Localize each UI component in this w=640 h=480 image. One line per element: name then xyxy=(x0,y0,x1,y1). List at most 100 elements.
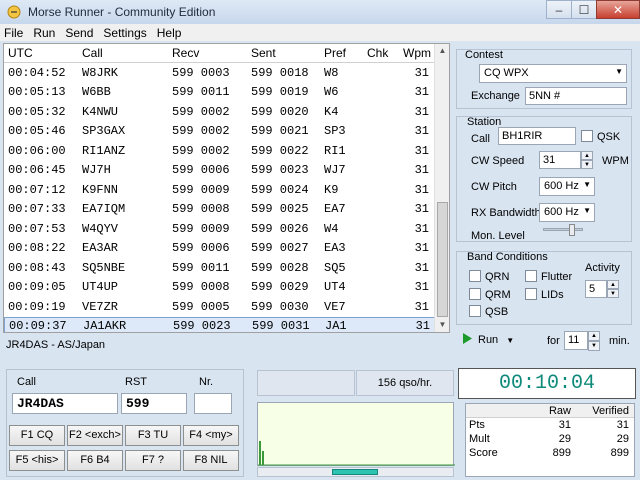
qsb-checkbox[interactable] xyxy=(469,305,481,317)
col-pref[interactable]: Pref xyxy=(320,46,363,60)
score-label: Pts xyxy=(469,419,485,431)
entry-nr-label: Nr. xyxy=(199,376,214,388)
col-recv[interactable]: Recv xyxy=(168,46,247,60)
rx-bandwidth-value: 600 Hz xyxy=(544,206,579,218)
f3-tu-button[interactable]: F3 TU xyxy=(125,425,181,446)
entry-rst-field[interactable]: 599 xyxy=(121,393,187,414)
elapsed-timer: 00:10:04 xyxy=(458,368,636,399)
cell-sent: 599 0019 xyxy=(251,85,309,100)
log-row[interactable]: 00:05:32 K4NWU 599 0002 599 0020 K4 31 xyxy=(4,102,449,122)
spin-down-icon[interactable]: ▼ xyxy=(581,160,593,169)
station-call-field[interactable]: BH1RIR xyxy=(498,127,576,145)
band-map-graph xyxy=(258,441,455,466)
lids-checkbox[interactable] xyxy=(525,288,537,300)
band-conditions-group: Band Conditions QRN QRM QSB Flutter LIDs… xyxy=(456,251,632,325)
log-row[interactable]: 00:09:37 JA1AKR 599 0023 599 0031 JA1 31 xyxy=(4,316,449,333)
log-row[interactable]: 00:09:19 VE7ZR 599 0005 599 0030 VE7 31 xyxy=(4,297,449,317)
log-row[interactable]: 00:05:13 W6BB 599 0011 599 0019 W6 31 xyxy=(4,83,449,103)
entry-call-field[interactable]: JR4DAS xyxy=(12,393,118,414)
score-verified: 31 xyxy=(616,419,629,431)
qrn-label: QRN xyxy=(485,271,510,283)
flutter-checkbox[interactable] xyxy=(525,270,537,282)
band-map xyxy=(257,402,455,466)
cw-speed-field[interactable]: 31 xyxy=(539,151,581,169)
log-row[interactable]: 00:07:33 EA7IQM 599 0008 599 0025 EA7 31 xyxy=(4,200,449,220)
log-scrollbar[interactable]: ▲ ▼ xyxy=(434,44,449,332)
spin-down-icon[interactable]: ▼ xyxy=(588,341,600,351)
log-row[interactable]: 00:07:53 W4QYV 599 0009 599 0026 W4 31 xyxy=(4,219,449,239)
col-call[interactable]: Call xyxy=(78,46,168,60)
log-row[interactable]: 00:05:46 SP3GAX 599 0002 599 0021 SP3 31 xyxy=(4,122,449,142)
spin-down-icon[interactable]: ▼ xyxy=(607,289,619,298)
cell-sent: 599 0024 xyxy=(251,182,309,197)
cell-wpm: 31 xyxy=(414,65,429,80)
cell-recv: 599 0005 xyxy=(172,299,230,314)
cell-utc: 00:06:00 xyxy=(8,143,66,158)
activity-field[interactable]: 5 xyxy=(585,280,607,298)
f5-his-button[interactable]: F5 <his> xyxy=(9,450,65,471)
menu-run[interactable]: Run xyxy=(33,26,55,40)
f4-my-button[interactable]: F4 <my> xyxy=(183,425,239,446)
spin-up-icon[interactable]: ▲ xyxy=(607,280,619,289)
mon-level-thumb[interactable] xyxy=(569,224,575,236)
col-chk[interactable]: Chk xyxy=(363,46,399,60)
score-verified: 29 xyxy=(616,433,629,445)
minimize-button[interactable]: – xyxy=(546,0,572,19)
log-row[interactable]: 00:08:22 EA3AR 599 0006 599 0027 EA3 31 xyxy=(4,239,449,259)
f8-nil-button[interactable]: F8 NIL xyxy=(183,450,239,471)
minutes-field[interactable]: 11 xyxy=(564,331,588,350)
spin-up-icon[interactable]: ▲ xyxy=(581,151,593,160)
chevron-down-icon[interactable]: ▼ xyxy=(506,336,514,345)
cell-pref: SQ5 xyxy=(324,260,346,275)
cw-speed-label: CW Speed xyxy=(471,155,525,167)
cell-sent: 599 0020 xyxy=(251,104,309,119)
scroll-down-icon[interactable]: ▼ xyxy=(435,318,449,332)
mon-level-label: Mon. Level xyxy=(471,230,525,242)
menu-help[interactable]: Help xyxy=(157,26,182,40)
log-row[interactable]: 00:08:43 SQ5NBE 599 0011 599 0028 SQ5 31 xyxy=(4,258,449,278)
log-row[interactable]: 00:04:52 W8JRK 599 0003 599 0018 W8 31 xyxy=(4,63,449,83)
cell-wpm: 31 xyxy=(414,124,429,139)
cell-call: JA1AKR xyxy=(83,319,127,333)
cell-call: UT4UP xyxy=(82,280,119,295)
exchange-field[interactable]: 5NN # xyxy=(525,87,627,105)
cell-sent: 599 0022 xyxy=(251,143,309,158)
play-icon xyxy=(462,333,472,347)
col-sent[interactable]: Sent xyxy=(247,46,320,60)
f1-cq-button[interactable]: F1 CQ xyxy=(9,425,65,446)
entry-nr-field[interactable] xyxy=(194,393,232,414)
scroll-thumb[interactable] xyxy=(437,202,448,317)
rx-bandwidth-select[interactable]: 600 Hz ▼ xyxy=(539,203,595,222)
mon-level-slider[interactable] xyxy=(543,228,583,231)
col-wpm[interactable]: Wpm xyxy=(399,46,431,60)
qrm-checkbox[interactable] xyxy=(469,288,481,300)
band-map-bar xyxy=(259,441,261,465)
app-icon xyxy=(6,4,22,20)
log-row[interactable]: 00:07:12 K9FNN 599 0009 599 0024 K9 31 xyxy=(4,180,449,200)
spin-up-icon[interactable]: ▲ xyxy=(588,331,600,341)
cell-wpm: 31 xyxy=(414,260,429,275)
cw-pitch-select[interactable]: 600 Hz ▼ xyxy=(539,177,595,196)
menu-file[interactable]: File xyxy=(4,26,23,40)
run-button[interactable]: Run ▼ xyxy=(462,333,514,347)
menu-send[interactable]: Send xyxy=(65,26,93,40)
contest-select[interactable]: CQ WPX ▼ xyxy=(479,64,627,83)
menu-settings[interactable]: Settings xyxy=(103,26,146,40)
log-row[interactable]: 00:06:00 RI1ANZ 599 0002 599 0022 RI1 31 xyxy=(4,141,449,161)
log-row[interactable]: 00:09:05 UT4UP 599 0008 599 0029 UT4 31 xyxy=(4,278,449,298)
band-map-thumb[interactable] xyxy=(332,469,378,475)
qrn-checkbox[interactable] xyxy=(469,270,481,282)
col-utc[interactable]: UTC xyxy=(4,46,78,60)
bottom-panel: Call JR4DAS RST 599 Nr. F1 CQ F2 <exch> … xyxy=(0,365,640,480)
f6-b4-button[interactable]: F6 B4 xyxy=(67,450,123,471)
close-button[interactable]: ✕ xyxy=(596,0,640,19)
log-row[interactable]: 00:06:45 WJ7H 599 0006 599 0023 WJ7 31 xyxy=(4,161,449,181)
scroll-up-icon[interactable]: ▲ xyxy=(435,44,449,58)
cell-utc: 00:04:52 xyxy=(8,65,66,80)
cell-sent: 599 0023 xyxy=(251,163,309,178)
maximize-button[interactable]: ☐ xyxy=(571,0,597,19)
f2-exch-button[interactable]: F2 <exch> xyxy=(67,425,123,446)
qsk-checkbox[interactable] xyxy=(581,130,593,142)
band-map-scrollbar[interactable] xyxy=(257,467,454,477)
f7-query-button[interactable]: F7 ? xyxy=(125,450,181,471)
